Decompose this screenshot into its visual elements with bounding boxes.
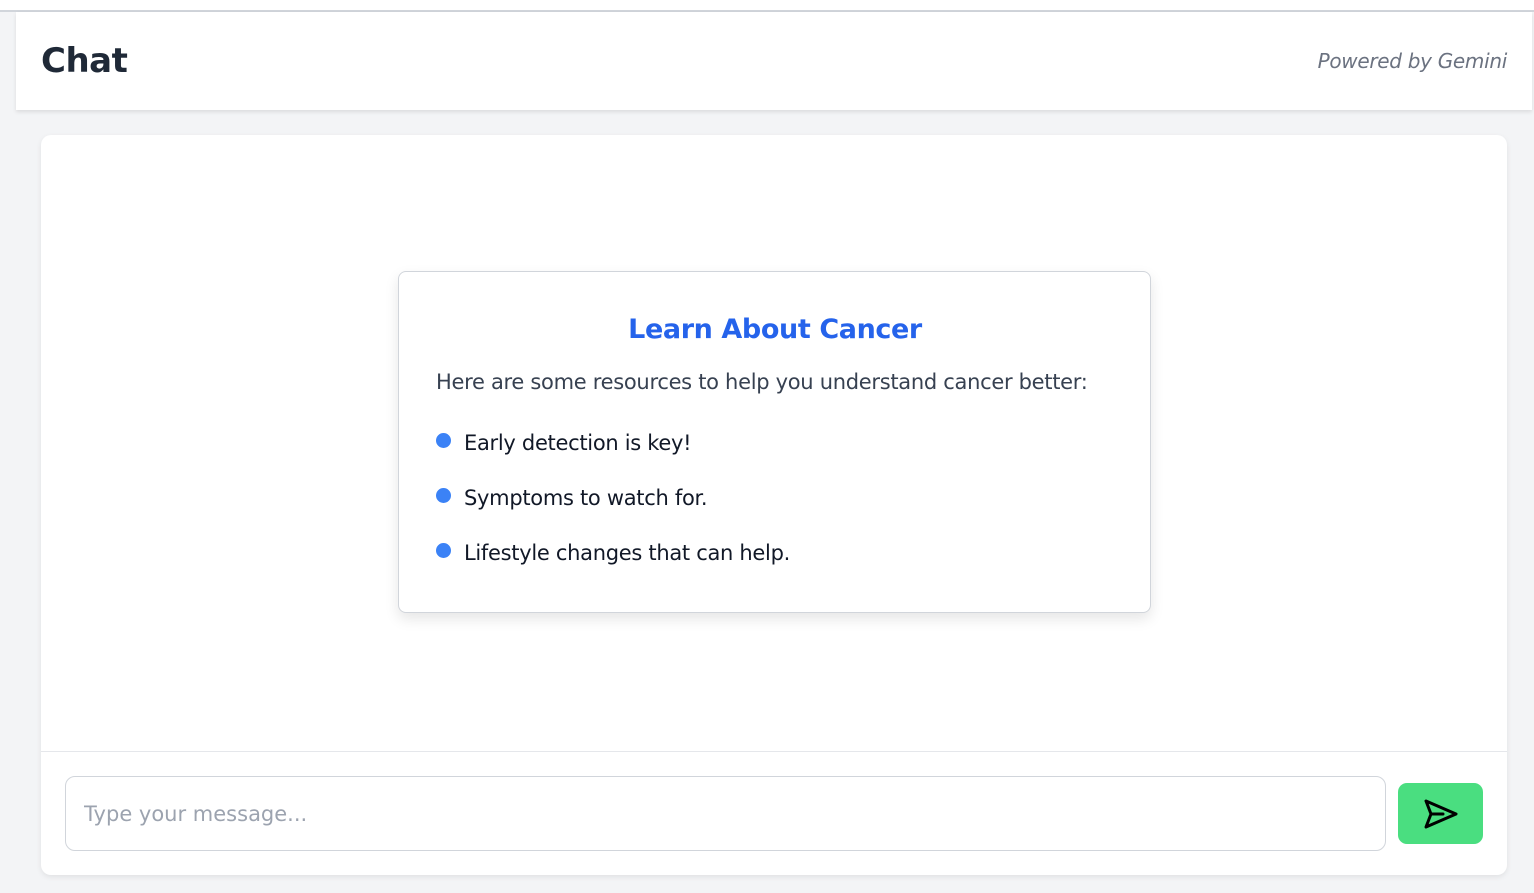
powered-by-label: Powered by Gemini — [1317, 49, 1508, 73]
bullet-dot-icon — [436, 488, 451, 503]
bullet-dot-icon — [436, 543, 451, 558]
chat-panel: Learn About Cancer Here are some resourc… — [41, 135, 1507, 875]
page-title: Chat — [41, 41, 128, 81]
list-item-label: Lifestyle changes that can help. — [464, 540, 790, 565]
info-card: Learn About Cancer Here are some resourc… — [398, 271, 1151, 613]
composer-bar — [41, 751, 1507, 875]
message-input[interactable] — [65, 776, 1386, 851]
card-intro: Here are some resources to help you unde… — [436, 370, 1088, 394]
list-item-label: Symptoms to watch for. — [464, 485, 708, 510]
card-title: Learn About Cancer — [628, 314, 922, 345]
send-button[interactable] — [1398, 783, 1483, 844]
list-item: Early detection is key! — [436, 415, 1114, 470]
send-icon — [1423, 798, 1459, 830]
message-area[interactable]: Learn About Cancer Here are some resourc… — [41, 135, 1507, 751]
list-item: Lifestyle changes that can help. — [436, 525, 1114, 580]
list-item-label: Early detection is key! — [464, 430, 692, 455]
app-header: Chat Powered by Gemini — [16, 12, 1532, 110]
resource-list: Early detection is key! Symptoms to watc… — [436, 415, 1114, 580]
bullet-dot-icon — [436, 433, 451, 448]
list-item: Symptoms to watch for. — [436, 470, 1114, 525]
